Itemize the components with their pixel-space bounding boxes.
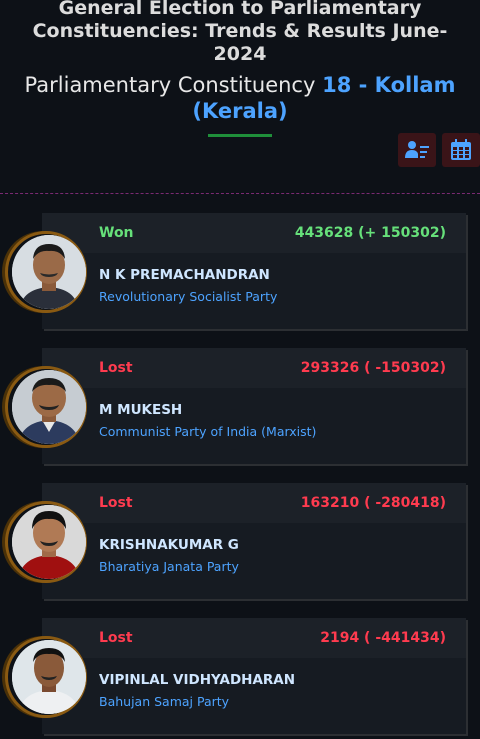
candidate-card[interactable]: Lost 163210 ( -280418) KRISHNAKUMAR G Bh… xyxy=(0,483,480,601)
result-status: Won xyxy=(99,225,134,241)
result-status: Lost xyxy=(99,360,133,376)
candidate-card[interactable]: Lost 293326 ( -150302) M MUKESH Communis… xyxy=(0,348,480,466)
sort-button[interactable] xyxy=(398,133,436,167)
vote-count: 443628 (+ 150302) xyxy=(294,225,446,241)
party-name: Bahujan Samaj Party xyxy=(99,694,230,709)
party-name: Revolutionary Socialist Party xyxy=(99,289,278,304)
section-divider xyxy=(0,193,480,194)
title-underline xyxy=(208,134,272,137)
candidate-card-body: Lost 2194 ( -441434) VIPINLAL VIDHYADHAR… xyxy=(42,618,466,734)
candidate-card-body: Won 443628 (+ 150302) N K PREMACHANDRAN … xyxy=(42,213,466,329)
vote-count: 2194 ( -441434) xyxy=(320,630,446,646)
candidate-name: M MUKESH xyxy=(99,402,183,418)
candidate-list: Won 443628 (+ 150302) N K PREMACHANDRAN … xyxy=(0,213,480,739)
calendar-icon xyxy=(451,139,471,160)
sort-list-icon xyxy=(405,141,429,158)
candidate-photo xyxy=(12,235,86,309)
candidate-name: VIPINLAL VIDHYADHARAN xyxy=(99,672,296,688)
page-header: General Election to Parliamentary Consti… xyxy=(0,0,480,137)
candidate-photo xyxy=(12,640,86,714)
vote-count: 163210 ( -280418) xyxy=(300,495,446,511)
party-name: Communist Party of India (Marxist) xyxy=(99,424,317,439)
candidate-card-body: Lost 293326 ( -150302) M MUKESH Communis… xyxy=(42,348,466,464)
calendar-button[interactable] xyxy=(442,133,480,167)
constituency-label: Parliamentary Constituency xyxy=(24,73,316,97)
candidate-card[interactable]: Won 443628 (+ 150302) N K PREMACHANDRAN … xyxy=(0,213,480,331)
candidate-card-header: Won 443628 (+ 150302) xyxy=(42,213,466,253)
result-status: Lost xyxy=(99,630,133,646)
result-status: Lost xyxy=(99,495,133,511)
vote-count: 293326 ( -150302) xyxy=(300,360,446,376)
page-title: General Election to Parliamentary Consti… xyxy=(32,0,448,65)
party-name: Bharatiya Janata Party xyxy=(99,559,239,574)
toolbar xyxy=(398,133,480,167)
candidate-card-header: Lost 293326 ( -150302) xyxy=(42,348,466,388)
candidate-card-header: Lost 163210 ( -280418) xyxy=(42,483,466,523)
candidate-photo xyxy=(12,370,86,444)
candidate-photo xyxy=(12,505,86,579)
candidate-card-body: Lost 163210 ( -280418) KRISHNAKUMAR G Bh… xyxy=(42,483,466,599)
candidate-card[interactable]: Lost 2194 ( -441434) VIPINLAL VIDHYADHAR… xyxy=(0,618,480,736)
candidate-name: KRISHNAKUMAR G xyxy=(99,537,239,553)
candidate-card-header: Lost 2194 ( -441434) xyxy=(42,618,466,658)
constituency-heading: Parliamentary Constituency 18 - Kollam (… xyxy=(0,72,480,124)
candidate-name: N K PREMACHANDRAN xyxy=(99,267,270,283)
